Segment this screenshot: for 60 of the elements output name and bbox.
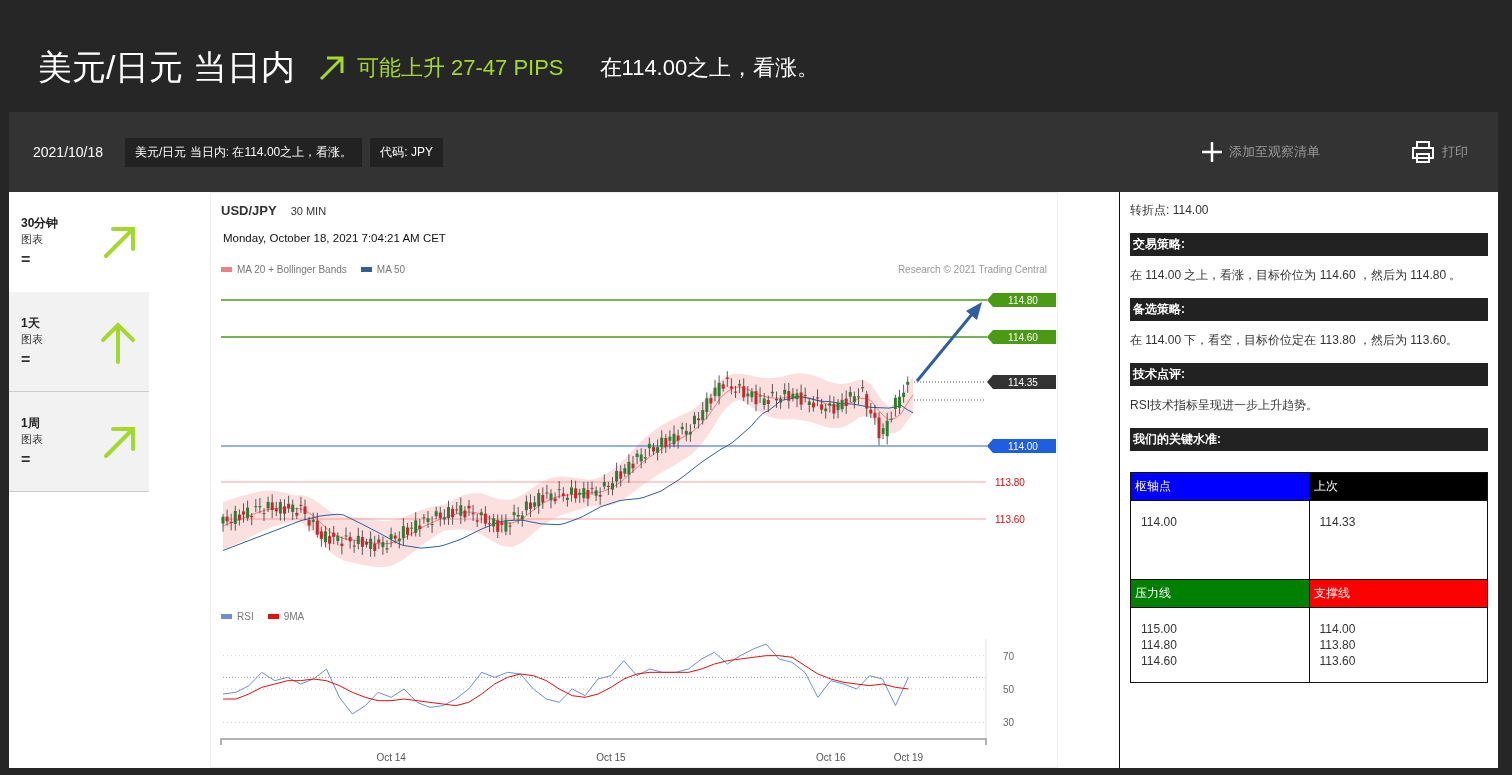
trend-sign: = [21,251,32,269]
symbol-label: USD/JPY [221,203,277,218]
page-title: 美元/日元 当日内 [38,47,295,88]
price-level-tag: 114.60 [987,330,1056,344]
timeframe-label: 30分钟 [21,215,60,232]
timeframe-label: 1天 [21,314,41,332]
interval-label: 30 MIN [290,204,327,217]
section-heading: 备选策略: [1130,298,1488,321]
legend-label: 9MA [283,611,305,622]
axis-tick-label: Oct 16 [816,752,846,763]
info-tag: 美元/日元 当日内: 在114.00之上，看涨。 [125,137,363,167]
timeframe-sublabel: 图表 [21,431,44,447]
table-header: 支撑线 [1309,579,1488,608]
level-value: 114.33 [1319,514,1357,530]
axis-tick-label: Oct 19 [893,752,924,763]
timeframe-label: 1周 [21,414,41,432]
pivot-text: 转折点: 114.00 [1130,202,1210,219]
level-value: 113.80 [1319,637,1357,653]
legend-label: MA 20 + Bollinger Bands [237,264,347,275]
legend-label: RSI [237,611,254,622]
print-button[interactable]: 打印 [1404,139,1474,165]
axis-tick-label: Oct 15 [596,752,626,763]
section-text: 在 114.00 下，看空，目标价位定在 113.80 ，然后为 113.60。 [1130,332,1460,349]
add-to-watchlist-button[interactable]: 添加至观察清单 [1195,140,1326,164]
axis-tick-label: Oct 14 [376,752,406,763]
legend-label: MA 50 [376,264,406,275]
axis-tick-label: 50 [1003,684,1015,695]
axis-tick-label: 70 [1003,650,1015,662]
outlook-text: 可能上升 27-47 PIPS [356,54,564,82]
axis-tick-label: 30 [1003,717,1015,729]
timeframe-item[interactable]: 1天 图表 = [9,292,149,392]
section-text: 在 114.00 之上，看涨，目标价位为 114.60 ，然后为 114.80 。 [1130,267,1463,284]
timestamp-text: Monday, October 18, 2021 7:04:21 AM CET [222,231,447,244]
info-tag: 代码: JPY [370,137,443,167]
section-heading: 技术点评: [1130,363,1488,386]
section-text: RSI技术指标呈现进一步上升趋势。 [1130,397,1319,414]
level-value: 114.00 [1141,514,1178,530]
level-value: 114.60 [1141,653,1178,669]
timeframe-item[interactable]: 1周 图表 = [9,392,149,492]
table-header: 枢轴点 [1130,472,1309,501]
section-heading: 交易策略: [1130,233,1488,256]
price-level-tag: 114.80 [987,293,1056,307]
credit-text: Research © 2021 Trading Central [897,264,1047,275]
pivot-level-tag: 114.00 [987,439,1056,453]
table-header: 上次 [1309,472,1488,501]
trend-sign: = [21,450,32,469]
section-heading: 我们的关键水准: [1130,428,1488,451]
timeframe-sublabel: 图表 [21,232,44,247]
support-level-label: 113.60 [995,514,1025,525]
summary-text: 在114.00之上，看涨。 [599,54,820,82]
date-text: 2021/10/18 [33,144,104,160]
current-price-tag: 114.35 [987,375,1056,389]
support-level-label: 113.80 [995,477,1025,488]
level-value: 114.80 [1141,637,1178,653]
timeframe-sublabel: 图表 [21,331,44,347]
level-value: 113.60 [1319,653,1357,669]
table-header: 压力线 [1130,579,1309,608]
trend-sign: = [21,350,32,369]
level-value: 115.00 [1141,621,1178,637]
level-value: 114.00 [1319,621,1357,637]
